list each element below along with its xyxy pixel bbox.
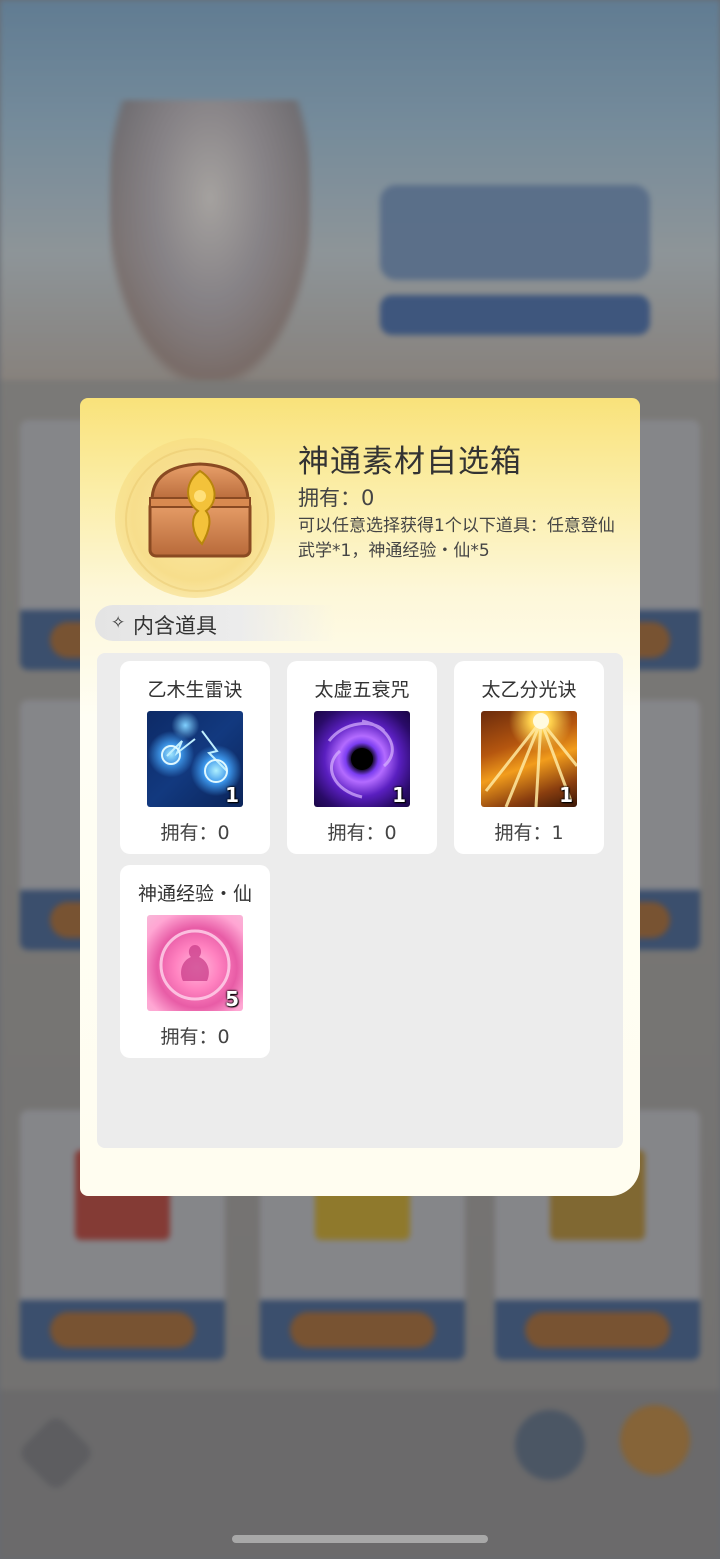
item-owned: 拥有：0 bbox=[160, 822, 230, 844]
item-owned: 拥有：0 bbox=[160, 1026, 230, 1048]
item-card[interactable]: 神通经验・仙 5 拥有：0 bbox=[120, 865, 270, 1058]
owned-label: 拥有： bbox=[298, 486, 361, 510]
item-owned: 拥有：0 bbox=[327, 822, 397, 844]
section-title: 内含道具 bbox=[133, 614, 217, 638]
item-name: 太虚五衰咒 bbox=[314, 679, 410, 701]
item-card[interactable]: 太乙分光诀 1 拥有：1 bbox=[454, 661, 604, 854]
item-name: 乙木生雷诀 bbox=[147, 679, 243, 701]
item-quantity: 1 bbox=[559, 783, 573, 807]
owned-count: 拥有：0 bbox=[298, 482, 374, 512]
item-quantity: 1 bbox=[392, 783, 406, 807]
item-quantity: 5 bbox=[225, 987, 239, 1011]
chest-icon-frame bbox=[115, 438, 275, 598]
item-card[interactable]: 太虚五衰咒 1 拥有：0 bbox=[287, 661, 437, 854]
owned-value: 0 bbox=[361, 486, 375, 510]
item-owned: 拥有：1 bbox=[494, 822, 564, 844]
treasure-chest-icon bbox=[148, 462, 252, 558]
black-hole-icon: 1 bbox=[314, 711, 410, 807]
popup-title: 神通素材自选箱 bbox=[298, 444, 522, 480]
diamond-icon: ✧ bbox=[111, 613, 126, 633]
item-quantity: 1 bbox=[225, 783, 239, 807]
contained-items-grid: 乙木生雷诀 1 拥有：0 太虚五衰咒 1 拥有：0 太乙分光诀 1 拥有：1 神… bbox=[97, 653, 623, 1148]
item-card[interactable]: 乙木生雷诀 1 拥有：0 bbox=[120, 661, 270, 854]
pink-orb-icon: 5 bbox=[147, 915, 243, 1011]
popup-description: 可以任意选择获得1个以下道具：任意登仙武学*1，神通经验・仙*5 bbox=[298, 516, 615, 561]
item-detail-popup: 神通素材自选箱 拥有：0 可以任意选择获得1个以下道具：任意登仙武学*1，神通经… bbox=[80, 398, 640, 1196]
lightning-orbs-icon: 1 bbox=[147, 711, 243, 807]
item-name: 太乙分光诀 bbox=[481, 679, 577, 701]
light-rays-icon: 1 bbox=[481, 711, 577, 807]
item-name: 神通经验・仙 bbox=[137, 883, 252, 905]
home-indicator[interactable] bbox=[232, 1535, 488, 1543]
section-header: ✧ 内含道具 bbox=[95, 605, 335, 641]
